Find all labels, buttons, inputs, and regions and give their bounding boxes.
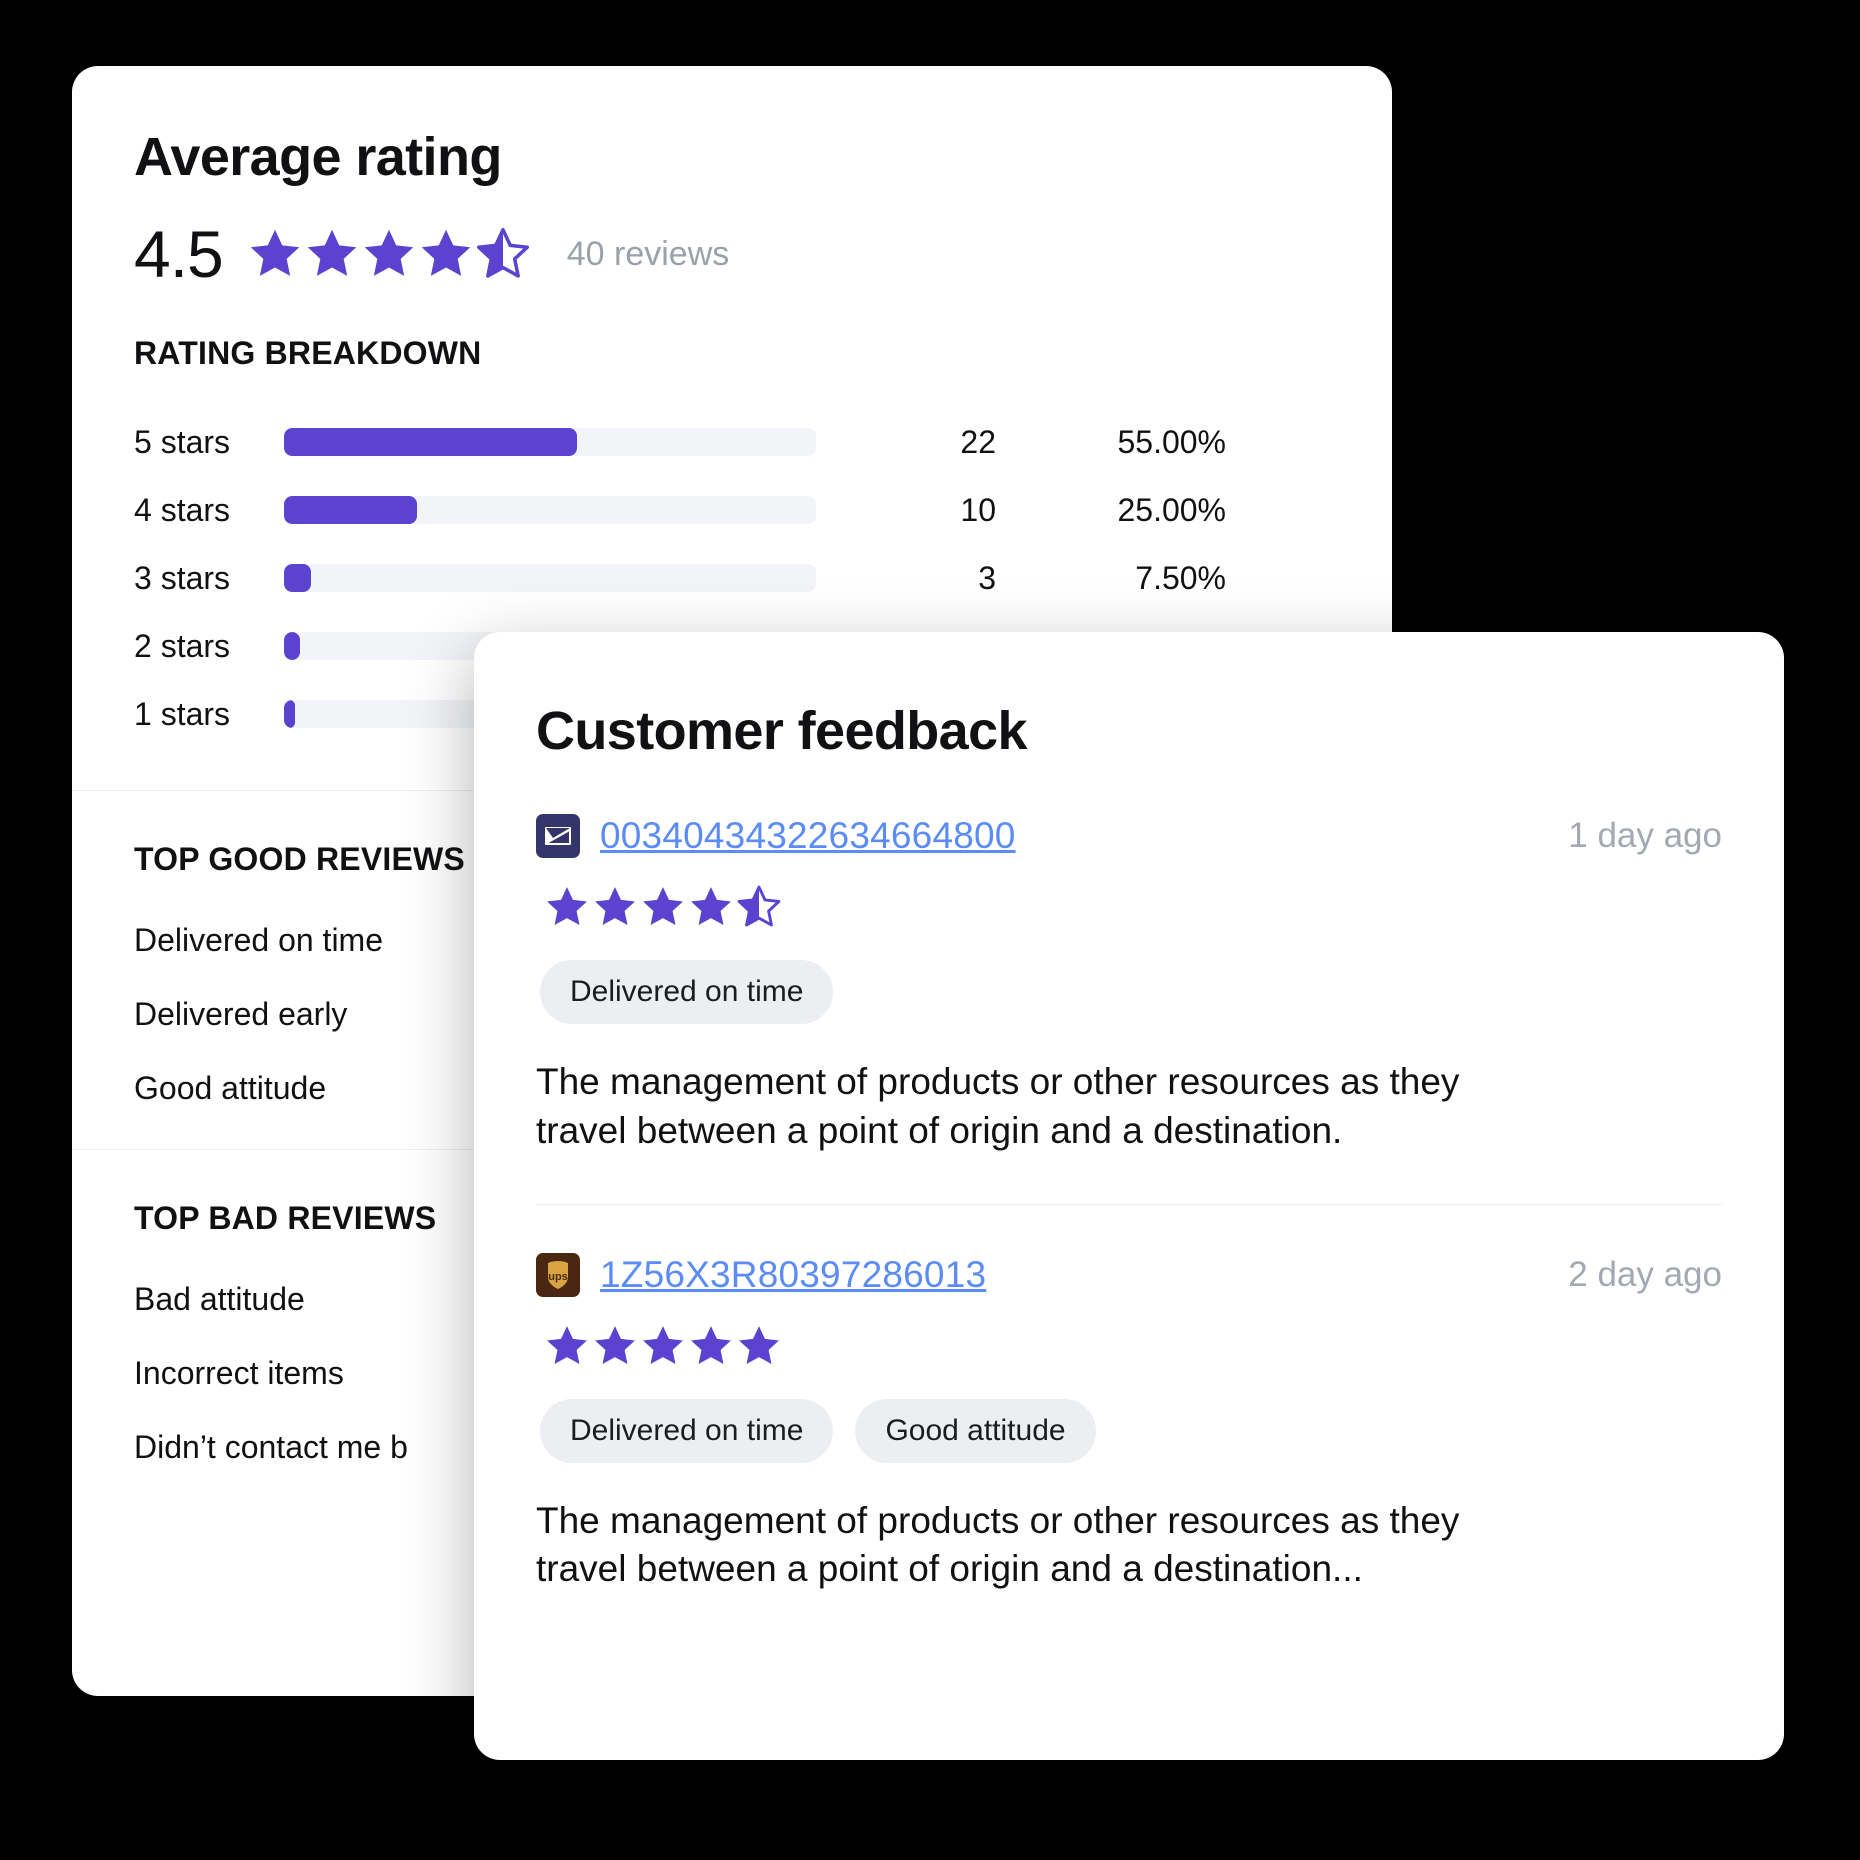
half-star-icon: [737, 885, 781, 927]
rating-breakdown-row: 3 stars 3 7.50%: [134, 544, 1330, 612]
rating-breakdown-track: [284, 564, 816, 593]
star-icon: [547, 1325, 587, 1364]
svg-text:ups: ups: [548, 1271, 568, 1283]
star-icon: [739, 1325, 779, 1364]
rating-breakdown-percent: 7.50%: [1135, 559, 1226, 596]
feedback-tag-list: Delivered on time Good attitude: [540, 1398, 1722, 1463]
feedback-rating-stars: [544, 884, 1722, 930]
star-icon: [364, 230, 414, 277]
rating-breakdown-label: 1 stars: [134, 695, 231, 732]
rating-breakdown-label: 3 stars: [134, 559, 231, 596]
feedback-rating-stars: [544, 1323, 1722, 1369]
rating-breakdown-track: [284, 428, 816, 457]
usps-logo-icon: [536, 814, 580, 858]
average-score: 4.5: [134, 217, 224, 292]
feedback-entry-header: ups 1Z56X3R80397286013 2 day ago: [536, 1252, 1722, 1297]
tracking-number-link[interactable]: 1Z56X3R80397286013: [600, 1254, 986, 1296]
feedback-tag-list: Delivered on time: [540, 960, 1722, 1024]
star-icon: [643, 887, 683, 926]
rating-breakdown-label: 2 stars: [134, 627, 231, 664]
customer-feedback-card: Customer feedback 00340434322634664800 1 …: [474, 632, 1784, 1760]
feedback-entry: ups 1Z56X3R80397286013 2 day ago Delivered …: [474, 1205, 1784, 1595]
half-star-icon: [476, 228, 529, 279]
customer-feedback-title: Customer feedback: [536, 701, 1028, 761]
feedback-tag-chip[interactable]: Delivered on time: [540, 1398, 834, 1463]
rating-breakdown-label: 5 stars: [134, 423, 231, 460]
rating-breakdown-track: [284, 496, 816, 525]
rating-breakdown-count: 10: [960, 491, 996, 528]
tracking-number-link[interactable]: 00340434322634664800: [600, 815, 1016, 857]
rating-breakdown-count: 22: [960, 423, 996, 460]
rating-breakdown-count: 3: [978, 559, 996, 596]
star-icon: [691, 887, 731, 926]
feedback-timestamp: 1 day ago: [1568, 816, 1722, 855]
star-icon: [595, 887, 635, 926]
score-row: 4.5 40 reviews: [134, 221, 1330, 287]
rating-breakdown-fill: [284, 496, 417, 525]
star-icon: [595, 1325, 635, 1364]
star-icon: [691, 1325, 731, 1364]
rating-breakdown-row: 4 stars 10 25.00%: [134, 476, 1330, 544]
feedback-tag-chip[interactable]: Delivered on time: [540, 960, 834, 1024]
star-icon: [547, 887, 587, 926]
screenshot-stage: Average rating 4.5 40 reviews RATING BRE…: [0, 0, 1860, 1860]
feedback-entry: 00340434322634664800 1 day ago Delivered o…: [474, 762, 1784, 1205]
rating-breakdown-heading: RATING BREAKDOWN: [134, 335, 482, 372]
star-icon: [643, 1325, 683, 1364]
rating-breakdown-fill: [284, 428, 577, 457]
feedback-entry-list: 00340434322634664800 1 day ago Delivered o…: [474, 762, 1784, 1594]
average-stars: [247, 226, 531, 282]
page-title: Average rating: [134, 127, 502, 187]
rating-breakdown-fill: [284, 700, 295, 729]
rating-breakdown-row: 5 stars 22 55.00%: [134, 408, 1330, 476]
star-icon: [421, 230, 471, 277]
ups-logo-icon: ups: [536, 1252, 580, 1297]
feedback-tag-chip[interactable]: Good attitude: [855, 1398, 1096, 1463]
reviews-count: 40 reviews: [566, 234, 730, 273]
rating-breakdown-label: 4 stars: [134, 491, 231, 528]
rating-breakdown-percent: 25.00%: [1117, 491, 1226, 528]
feedback-body-text: The management of products or other reso…: [536, 1061, 1460, 1151]
rating-breakdown-percent: 55.00%: [1117, 423, 1226, 460]
star-icon: [307, 230, 357, 277]
feedback-body-text: The management of products or other reso…: [536, 1499, 1460, 1590]
feedback-entry-header: 00340434322634664800 1 day ago: [536, 814, 1722, 858]
feedback-timestamp: 2 day ago: [1568, 1254, 1722, 1294]
rating-breakdown-fill: [284, 564, 311, 593]
rating-breakdown-fill: [284, 632, 300, 661]
star-icon: [250, 230, 300, 277]
